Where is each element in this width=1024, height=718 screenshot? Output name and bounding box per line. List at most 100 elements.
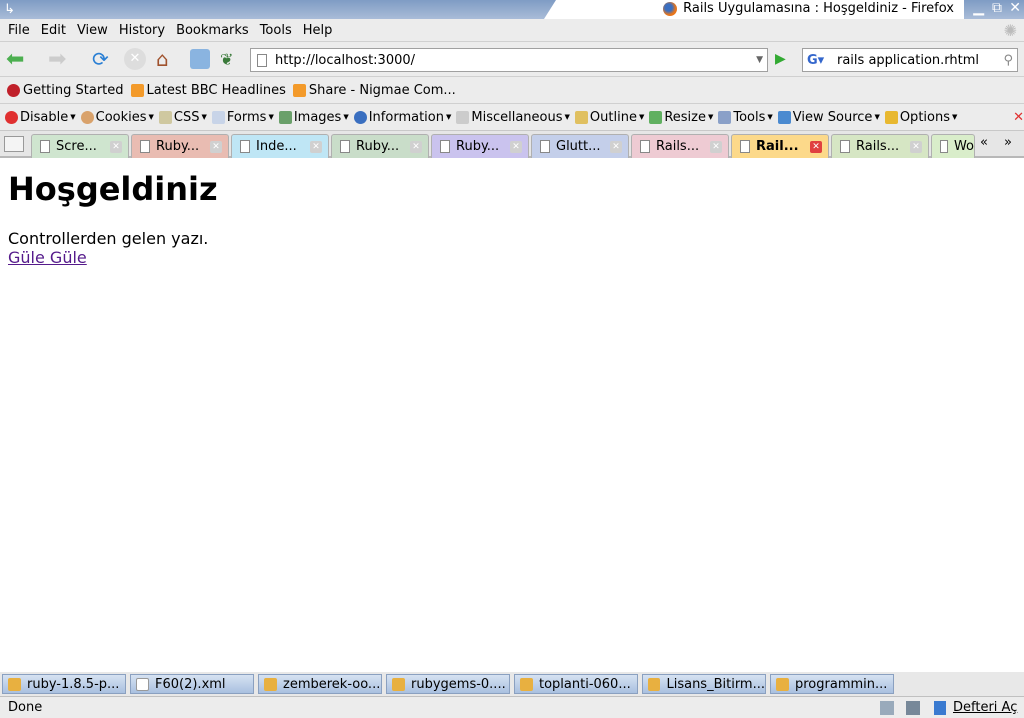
page-icon bbox=[540, 140, 550, 153]
page-icon bbox=[240, 140, 250, 153]
stop-icon[interactable]: ✕ bbox=[124, 48, 146, 70]
window-title: Rails Uygulamasına : Hoşgeldiniz - Firef… bbox=[683, 1, 954, 16]
bookmark-getting-started[interactable]: Getting Started bbox=[7, 83, 124, 98]
tab[interactable]: Ruby... ✕ bbox=[431, 134, 529, 158]
web-developer-toolbar: Disable ▼ Cookies ▼ CSS ▼ Forms ▼ Images ▼ In… bbox=[0, 104, 1024, 131]
tab[interactable]: Scre... ✕ bbox=[31, 134, 129, 158]
scroll-tabs-left-icon[interactable]: « bbox=[980, 135, 988, 150]
menu-view[interactable]: View bbox=[77, 23, 108, 38]
url-text[interactable]: http://localhost:3000/ bbox=[275, 53, 415, 68]
tab[interactable]: Ruby... ✕ bbox=[131, 134, 229, 158]
tab-close-icon[interactable]: ✕ bbox=[710, 141, 722, 153]
dev-options[interactable]: Options ▼ bbox=[884, 110, 957, 125]
tab-close-icon[interactable]: ✕ bbox=[610, 141, 622, 153]
task-item[interactable]: zemberek-oo... bbox=[258, 674, 382, 694]
tab[interactable]: Ruby... ✕ bbox=[331, 134, 429, 158]
menu-tools[interactable]: Tools bbox=[260, 23, 292, 38]
bookmark-bbc[interactable]: Latest BBC Headlines bbox=[130, 83, 286, 98]
status-bar: Done Defteri Aç bbox=[0, 696, 1024, 718]
tab-close-icon[interactable]: ✕ bbox=[210, 141, 222, 153]
dev-view-source[interactable]: View Source ▼ bbox=[777, 110, 880, 125]
back-icon[interactable]: ⬅ bbox=[6, 47, 24, 72]
url-dropdown-icon[interactable]: ▼ bbox=[756, 55, 763, 65]
menu-file[interactable]: File bbox=[8, 23, 30, 38]
window-menu-icon[interactable]: ↳ bbox=[4, 2, 15, 17]
task-item[interactable]: programmin... bbox=[770, 674, 894, 694]
tab-close-icon[interactable]: ✕ bbox=[310, 141, 322, 153]
disable-icon bbox=[5, 110, 18, 124]
task-label: rubygems-0.... bbox=[411, 676, 506, 692]
open-notebook-button[interactable]: Defteri Aç bbox=[953, 700, 1017, 715]
dev-disable[interactable]: Disable ▼ bbox=[5, 110, 76, 125]
minimize-icon[interactable]: ▁ bbox=[973, 0, 984, 16]
file-icon bbox=[520, 677, 533, 691]
menu-edit[interactable]: Edit bbox=[41, 23, 66, 38]
url-bar[interactable]: http://localhost:3000/ ▼ bbox=[250, 48, 768, 72]
search-bar[interactable]: G▾ rails application.rhtml ⚲ bbox=[802, 48, 1018, 72]
information-icon bbox=[353, 110, 367, 124]
dev-css[interactable]: CSS ▼ bbox=[158, 110, 207, 125]
outline-icon bbox=[574, 110, 588, 124]
tab[interactable]: Rails... ✕ bbox=[631, 134, 729, 158]
goodbye-link[interactable]: Güle Güle bbox=[8, 248, 87, 267]
home-icon[interactable]: ⌂ bbox=[156, 47, 169, 71]
tab-label: Glutt... bbox=[556, 139, 601, 154]
dev-forms[interactable]: Forms ▼ bbox=[211, 110, 274, 125]
tab-close-icon[interactable]: ✕ bbox=[910, 141, 922, 153]
page-icon bbox=[940, 140, 948, 153]
go-icon[interactable]: ▶ bbox=[775, 51, 786, 67]
tab-close-icon[interactable]: ✕ bbox=[810, 141, 822, 153]
close-icon[interactable]: ✕ bbox=[1009, 0, 1021, 16]
dev-tools[interactable]: Tools ▼ bbox=[718, 110, 773, 125]
close-toolbar-icon[interactable]: ✕ bbox=[1013, 110, 1024, 125]
leaf-icon[interactable]: ❦ bbox=[220, 50, 233, 69]
tab[interactable]: Glutt... ✕ bbox=[531, 134, 629, 158]
tab-close-icon[interactable]: ✕ bbox=[510, 141, 522, 153]
edit-icon[interactable] bbox=[880, 700, 894, 715]
maximize-icon[interactable]: ⧉ bbox=[992, 0, 1002, 16]
screenshot-icon[interactable] bbox=[190, 49, 210, 69]
search-text[interactable]: rails application.rhtml bbox=[837, 53, 979, 68]
menu-bookmarks[interactable]: Bookmarks bbox=[176, 23, 249, 38]
task-item[interactable]: ruby-1.8.5-p... bbox=[2, 674, 126, 694]
page-text: Controllerden gelen yazı. bbox=[8, 229, 209, 248]
dev-images[interactable]: Images ▼ bbox=[278, 110, 349, 125]
scroll-tabs-right-icon[interactable]: » bbox=[1004, 135, 1012, 150]
tab-label: Rails... bbox=[856, 139, 900, 154]
task-item[interactable]: F60(2).xml bbox=[130, 674, 254, 694]
task-item[interactable]: Lisans_Bitirm... bbox=[642, 674, 766, 694]
title-bar: ↳ Rails Uygulamasına : Hoşgeldiniz - Fir… bbox=[0, 0, 1024, 19]
tab-label: Wo bbox=[953, 139, 974, 154]
menu-help[interactable]: Help bbox=[303, 23, 333, 38]
tab-close-icon[interactable]: ✕ bbox=[410, 141, 422, 153]
file-icon bbox=[136, 677, 149, 691]
dev-cookies[interactable]: Cookies ▼ bbox=[80, 110, 154, 125]
forward-icon[interactable]: ➡ bbox=[48, 47, 66, 72]
tab[interactable]: Rails... ✕ bbox=[831, 134, 929, 158]
file-icon bbox=[264, 677, 277, 691]
task-item[interactable]: toplanti-060... bbox=[514, 674, 638, 694]
addon-icon[interactable] bbox=[906, 700, 920, 715]
tab[interactable]: Inde... ✕ bbox=[231, 134, 329, 158]
dev-outline[interactable]: Outline ▼ bbox=[574, 110, 644, 125]
bookmarks-toolbar: Getting Started Latest BBC Headlines Sha… bbox=[0, 77, 1024, 104]
search-icon[interactable]: ⚲ bbox=[1003, 53, 1013, 68]
menu-history[interactable]: History bbox=[119, 23, 165, 38]
task-item[interactable]: rubygems-0.... bbox=[386, 674, 510, 694]
task-label: programmin... bbox=[795, 676, 888, 692]
dev-information[interactable]: Information ▼ bbox=[353, 110, 451, 125]
tab-close-icon[interactable]: ✕ bbox=[110, 141, 122, 153]
dev-resize[interactable]: Resize ▼ bbox=[649, 110, 713, 125]
tab[interactable]: Wo bbox=[931, 134, 975, 158]
dev-miscellaneous[interactable]: Miscellaneous ▼ bbox=[456, 110, 570, 125]
page-heading: Hoşgeldiniz bbox=[8, 170, 218, 208]
images-icon bbox=[278, 110, 292, 124]
new-tab-icon[interactable] bbox=[4, 136, 24, 152]
reload-icon[interactable]: ⟳ bbox=[92, 47, 109, 71]
task-label: zemberek-oo... bbox=[283, 676, 381, 692]
google-icon[interactable]: G▾ bbox=[807, 53, 824, 68]
page-content: Hoşgeldiniz Controllerden gelen yazı. Gü… bbox=[8, 160, 218, 267]
notebook-icon[interactable] bbox=[934, 700, 946, 715]
bookmark-share[interactable]: Share - Nigmae Com... bbox=[292, 83, 456, 98]
tab[interactable]: Rail... ✕ bbox=[731, 134, 829, 158]
